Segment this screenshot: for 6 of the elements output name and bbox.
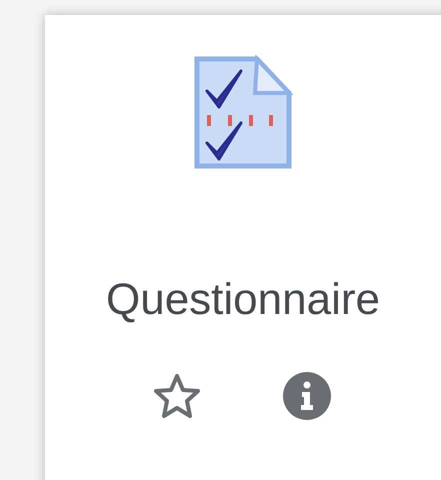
info-button[interactable] [281, 370, 333, 422]
star-icon [153, 373, 201, 419]
info-icon [282, 371, 332, 421]
card-title: Questionnaire [106, 278, 380, 322]
questionnaire-icon [193, 55, 293, 170]
star-button[interactable] [153, 372, 201, 420]
